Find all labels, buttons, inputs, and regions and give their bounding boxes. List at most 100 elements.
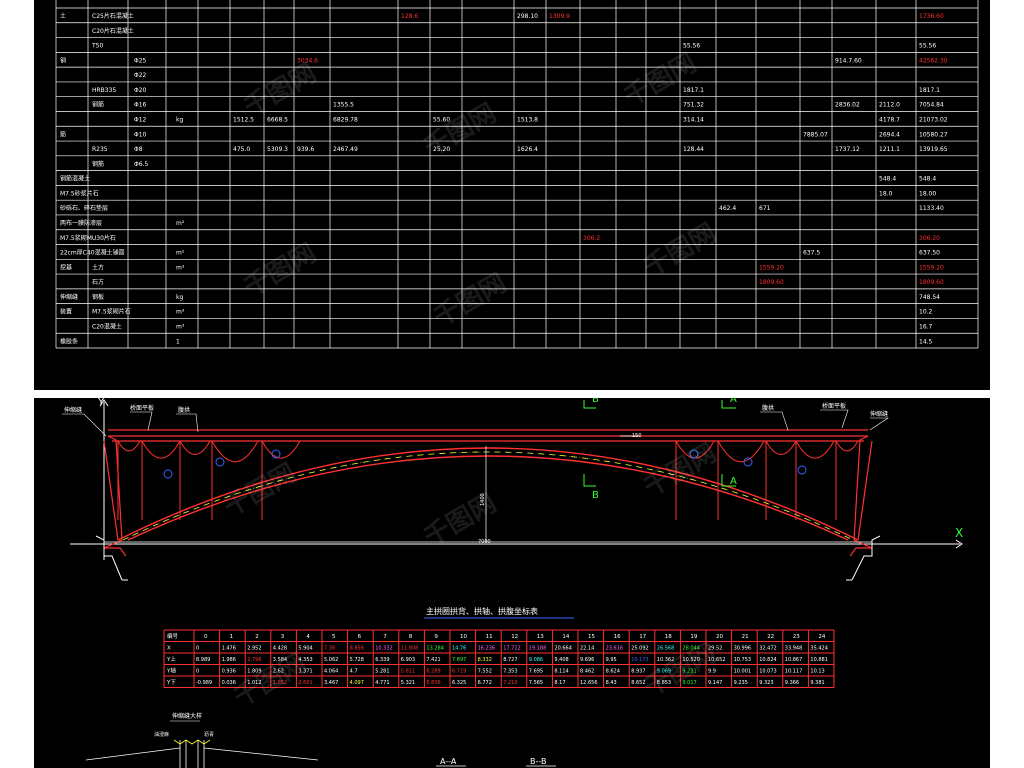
table-cell-value: 10580.27 (919, 131, 948, 138)
coord-cell-value: 3.371 (298, 669, 312, 675)
coord-cell-value: 5.811 (401, 669, 415, 675)
table-sub-label: C20片石混凝土 (92, 27, 134, 35)
table-unit: kg (176, 117, 183, 124)
coord-cell-value: 8.853 (657, 680, 671, 686)
coord-cell-value: 20.664 (554, 646, 572, 652)
detail-title: 伸缩缝大样 (172, 712, 202, 720)
coord-column-number: 22 (767, 634, 774, 640)
crown-dimension: 150 (632, 433, 642, 439)
section-bb-label: B--B (530, 757, 546, 766)
coord-cell-value: 17.712 (503, 646, 521, 652)
coord-cell-value: 7.210 (503, 680, 517, 686)
table-unit: m³ (176, 309, 185, 316)
table-cell-value: 1559.20 (919, 264, 944, 271)
table-cell-value: 55.56 (683, 43, 700, 50)
table-sub-label: T50 (91, 43, 103, 50)
coord-cell-value: 9.9 (708, 669, 716, 675)
coord-cell-value: 9.147 (708, 680, 722, 686)
coord-cell-value: 9.408 (554, 657, 568, 663)
coord-row-label: X (167, 646, 171, 652)
coord-cell-value: 8.989 (196, 657, 210, 663)
coord-cell-value: 16.236 (478, 646, 496, 652)
coord-column-number: 13 (537, 634, 544, 640)
table-cell-value: 298.10 (517, 13, 538, 20)
table-cell-value: 1809.60 (919, 279, 944, 286)
coord-cell-value: 5.836 (426, 680, 440, 686)
table-cell-value: 1211.1 (879, 146, 900, 153)
table-sub-label: C20混凝土 (92, 322, 122, 330)
coord-cell-value: 0 (196, 669, 199, 675)
coord-cell-value: 9.366 (785, 680, 799, 686)
coord-cell-value: 10.652 (708, 657, 726, 663)
coord-cell-value: 9.323 (759, 680, 773, 686)
y-axis-label: Y (97, 398, 105, 408)
coord-cell-value: 10.001 (734, 669, 752, 675)
coord-row-label: Y上 (166, 655, 176, 663)
table-sub-label: HRB335 (92, 87, 116, 94)
quantity-table: 土 C25片石混凝土 128.6 298.10 1309.9 1736.60 C20片石混凝… (55, 0, 979, 349)
table-cell-value: 6668.5 (267, 117, 288, 124)
detail-label-left: 油浸麻 (154, 731, 169, 738)
table-cell-value: 1817.1 (683, 87, 704, 94)
coord-cell-value: 35.424 (810, 646, 828, 652)
table-cell-value: 637.50 (919, 250, 940, 257)
coord-cell-value: 9.069 (657, 669, 671, 675)
table-cell-value: 128.44 (683, 146, 704, 153)
table-cell-value: 1512.5 (233, 117, 254, 124)
spandrel-arch (835, 440, 859, 452)
table-sub-label: M7.5浆砌片石 (92, 308, 131, 316)
coord-column-number: 6 (358, 634, 362, 640)
coord-cell-value: 6.339 (375, 657, 389, 663)
coord-column-number: 5 (332, 634, 336, 640)
table-cell-value: 306.20 (919, 235, 940, 242)
coord-cell-value: 11.808 (401, 646, 419, 652)
coord-cell-value: 33.948 (785, 646, 803, 652)
table-row-label: 挖基 (60, 263, 72, 271)
table-cell-value: 55.56 (919, 43, 936, 50)
table-cell-value: 1626.4 (517, 146, 538, 153)
table-row-label: M7.5浆砌MU30片石 (60, 234, 116, 242)
coord-cell-value: 9.235 (734, 680, 748, 686)
coord-cell-value: 7.565 (529, 680, 543, 686)
table-unit: m² (176, 220, 185, 227)
coordinate-axes (70, 399, 963, 560)
coord-column-number: 10 (460, 634, 467, 640)
table-rebar-spec: Φ12 (134, 117, 147, 124)
table-cell-value: 1133.40 (919, 205, 944, 212)
coord-cell-value: 2.796 (247, 657, 261, 663)
coord-column-number: 9 (434, 634, 438, 640)
coord-cell-value: 1.809 (247, 669, 261, 675)
table-row-label: 筋 (60, 130, 66, 138)
coord-cell-value: 4.353 (298, 657, 312, 663)
detail-label-right: 沥青 (204, 731, 214, 738)
coord-column-number: 12 (511, 634, 518, 640)
table-rebar-spec: Φ16 (134, 102, 147, 109)
coord-cell-value: 10.881 (810, 657, 828, 663)
coord-column-number: 17 (639, 634, 646, 640)
table-cell-value: 314.14 (683, 117, 704, 124)
coord-cell-value: 10.753 (734, 657, 752, 663)
table-cell-value: 1809.60 (759, 279, 784, 286)
main-arch-ring (117, 447, 859, 541)
coord-cell-value: 6.289 (426, 669, 440, 675)
table-cell-value: 18.00 (919, 190, 936, 197)
coord-cell-value: 26.568 (657, 646, 675, 652)
coord-cell-value: 8.462 (580, 669, 594, 675)
coord-cell-value: 13.284 (426, 646, 444, 652)
table-unit: m³ (176, 323, 185, 330)
section-b-bottom-label: B (592, 490, 599, 501)
spandrel-arch (717, 440, 765, 462)
table-cell-value: 1513.8 (517, 117, 538, 124)
coord-cell-value: 4.064 (324, 669, 338, 675)
table-sub-label: C25片石混凝土 (92, 12, 134, 20)
table-rebar-spec: Φ10 (134, 131, 147, 138)
table-sub-label: 钢筋 (92, 160, 104, 168)
coord-cell-value: 8.856 (350, 646, 364, 652)
arch-elevation-drawing: Y X 7000 1400 150 B B A A 伸缩缝 桥面平板 腹拱 腹拱… (62, 398, 963, 768)
coord-header-label: 编号 (167, 632, 179, 640)
section-a-top-label: A (730, 398, 737, 405)
table-cell-value: 3034.6 (297, 57, 318, 64)
table-cell-value: 5309.3 (267, 146, 288, 153)
bridge-deck (108, 429, 868, 442)
coord-cell-value: 5.321 (401, 680, 415, 686)
